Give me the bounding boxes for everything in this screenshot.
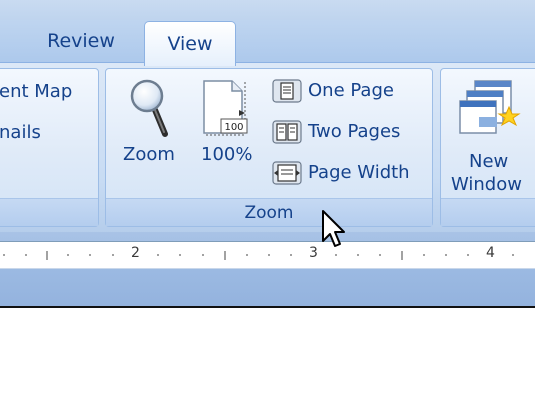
one-page-label: One Page <box>308 80 394 101</box>
window-group: New Window <box>440 68 535 227</box>
one-page-icon <box>272 79 302 103</box>
thumbnails-checkbox-label[interactable]: nails <box>0 122 41 143</box>
document-map-checkbox-label[interactable]: ent Map <box>0 81 72 102</box>
page-width-icon <box>272 161 302 185</box>
window-group-label <box>441 198 535 226</box>
ruler-number: 2 <box>131 245 140 261</box>
ribbon-tab-row: Review View <box>0 20 535 66</box>
two-pages-icon <box>272 120 302 144</box>
show-hide-group-label <box>0 198 98 226</box>
ribbon: ent Map nails Zoom 100 100% One Page Two… <box>0 62 535 233</box>
new-window-label-line1: New <box>469 151 509 172</box>
svg-text:100: 100 <box>224 122 243 133</box>
horizontal-ruler[interactable]: 2 3 4 <box>0 241 535 269</box>
mouse-cursor-icon <box>322 210 345 247</box>
magnifier-icon <box>130 79 168 137</box>
zoom-button-label: Zoom <box>123 144 175 165</box>
document-page-edge <box>0 306 535 308</box>
tab-review[interactable]: Review <box>38 20 124 62</box>
zoom-group: Zoom 100 100% One Page Two Pages Page Wi… <box>105 68 433 227</box>
tab-view[interactable]: View <box>144 21 236 66</box>
page-width-button[interactable]: Page Width <box>270 159 420 187</box>
ruler-ticks <box>3 251 514 260</box>
two-pages-button[interactable]: Two Pages <box>270 118 420 146</box>
one-page-button[interactable]: One Page <box>270 77 420 105</box>
page-100-icon: 100 <box>203 80 248 136</box>
new-window-icon <box>459 80 521 134</box>
zoom-group-label: Zoom <box>106 198 432 226</box>
two-pages-label: Two Pages <box>308 121 401 142</box>
zoom-button[interactable]: Zoom <box>116 73 184 173</box>
show-hide-group: ent Map nails <box>0 68 99 227</box>
new-window-button[interactable]: New Window <box>445 73 535 195</box>
zoom-100-label: 100% <box>201 144 253 165</box>
zoom-100-button[interactable]: 100 100% <box>194 73 260 173</box>
new-window-label-line2: Window <box>451 174 522 195</box>
ruler-number: 3 <box>309 245 318 261</box>
page-width-label: Page Width <box>308 162 410 183</box>
ruler-number: 4 <box>486 245 495 261</box>
title-strip <box>0 0 535 20</box>
